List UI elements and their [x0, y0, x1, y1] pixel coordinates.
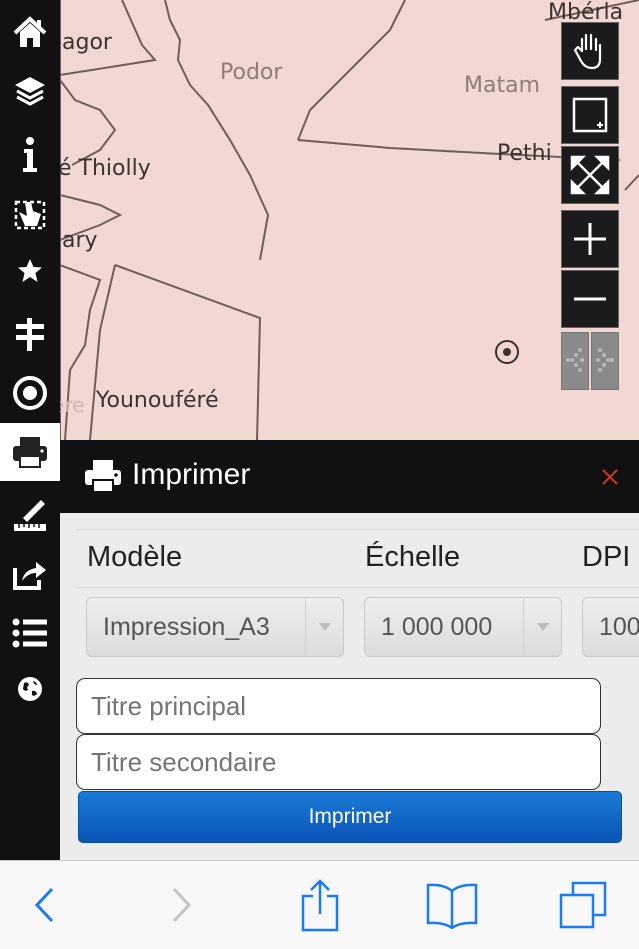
sidebar-item-share[interactable]	[0, 545, 60, 603]
full-extent-button[interactable]	[561, 146, 619, 204]
scale-select-value: 1 000 000	[381, 613, 493, 641]
signpost-icon	[16, 318, 44, 351]
dpi-select[interactable]: 100	[582, 597, 639, 657]
sidebar	[0, 0, 60, 860]
place-label: Younouféré	[96, 388, 219, 413]
history-navigation	[561, 332, 619, 390]
measure-icon	[14, 500, 46, 531]
place-label: Podor	[220, 60, 283, 85]
list-icon	[12, 618, 47, 648]
full-extent-icon	[570, 155, 610, 195]
print-panel-body: Modèle Échelle DPI Impression_A3 1 000 0…	[60, 513, 639, 860]
pan-hand-icon	[573, 33, 602, 70]
pan-hand-button[interactable]	[561, 22, 619, 80]
layers-icon	[15, 77, 45, 106]
map-view[interactable]: Mbérla agor Podor Matam é Thiolly Pethi …	[60, 0, 639, 440]
place-label: ere	[60, 393, 85, 417]
sidebar-item-list[interactable]	[0, 604, 60, 662]
sidebar-item-home[interactable]	[0, 3, 60, 61]
panel-title: Imprimer	[132, 458, 251, 491]
share-icon	[13, 562, 46, 590]
sidebar-item-locate[interactable]	[0, 364, 60, 422]
location-marker-icon[interactable]	[495, 340, 519, 364]
close-icon[interactable]	[601, 468, 619, 486]
favorite-icon	[18, 259, 42, 282]
sidebar-item-globe[interactable]	[0, 660, 60, 718]
bookmarks-button[interactable]	[422, 875, 482, 935]
dpi-label: DPI	[582, 541, 631, 573]
chevron-down-icon	[523, 598, 561, 656]
print-button[interactable]: Imprimer	[78, 791, 622, 843]
place-label: agor	[62, 30, 112, 55]
place-label: é Thiolly	[60, 156, 151, 181]
divider	[76, 529, 639, 530]
browser-toolbar	[0, 860, 639, 949]
subtitle-input[interactable]	[76, 734, 601, 790]
select-icon	[14, 200, 46, 230]
zoom-box-button[interactable]	[561, 86, 619, 144]
print-icon	[85, 460, 121, 493]
tabs-icon	[559, 881, 607, 929]
model-select-value: Impression_A3	[103, 613, 270, 641]
chevron-left-icon	[34, 887, 54, 923]
globe-icon	[18, 677, 42, 701]
scale-label: Échelle	[365, 541, 461, 573]
history-back-icon	[566, 348, 584, 372]
sidebar-item-measure[interactable]	[0, 486, 60, 544]
zoom-in-button[interactable]	[561, 210, 619, 268]
zoom-in-icon	[574, 223, 606, 255]
sidebar-item-print[interactable]	[0, 423, 60, 481]
chevron-down-icon	[305, 598, 343, 656]
sidebar-item-routing[interactable]	[0, 305, 60, 363]
bookmarks-icon	[426, 883, 478, 929]
dpi-select-value: 100	[599, 613, 639, 641]
history-forward-icon	[596, 348, 614, 372]
model-select[interactable]: Impression_A3	[86, 597, 344, 657]
place-label: ary	[62, 228, 98, 253]
back-button[interactable]	[22, 875, 66, 935]
history-back-button[interactable]	[561, 332, 589, 390]
zoom-box-icon	[572, 97, 608, 133]
main-title-input[interactable]	[76, 678, 601, 734]
chevron-right-icon	[172, 887, 192, 923]
sidebar-item-favorites[interactable]	[0, 242, 60, 300]
sidebar-item-select[interactable]	[0, 184, 60, 242]
model-label: Modèle	[87, 541, 183, 573]
share-button[interactable]	[295, 875, 345, 935]
place-label: Matam	[464, 73, 541, 98]
place-label: Pethi	[497, 141, 552, 166]
target-icon	[13, 376, 47, 410]
zoom-out-button[interactable]	[561, 270, 619, 328]
sidebar-item-layers[interactable]	[0, 62, 60, 120]
share-icon	[301, 879, 339, 932]
forward-button[interactable]	[160, 875, 204, 935]
map-borders	[60, 0, 639, 440]
divider	[76, 587, 639, 588]
print-icon	[13, 437, 47, 468]
zoom-out-icon	[574, 297, 606, 301]
scale-select[interactable]: 1 000 000	[364, 597, 562, 657]
sidebar-item-info[interactable]	[0, 126, 60, 184]
app-root: Mbérla agor Podor Matam é Thiolly Pethi …	[0, 0, 639, 949]
print-panel-header: Imprimer	[60, 440, 639, 513]
history-forward-button[interactable]	[591, 332, 619, 390]
home-icon	[13, 16, 47, 47]
info-icon	[23, 137, 37, 172]
tabs-button[interactable]	[555, 875, 611, 935]
